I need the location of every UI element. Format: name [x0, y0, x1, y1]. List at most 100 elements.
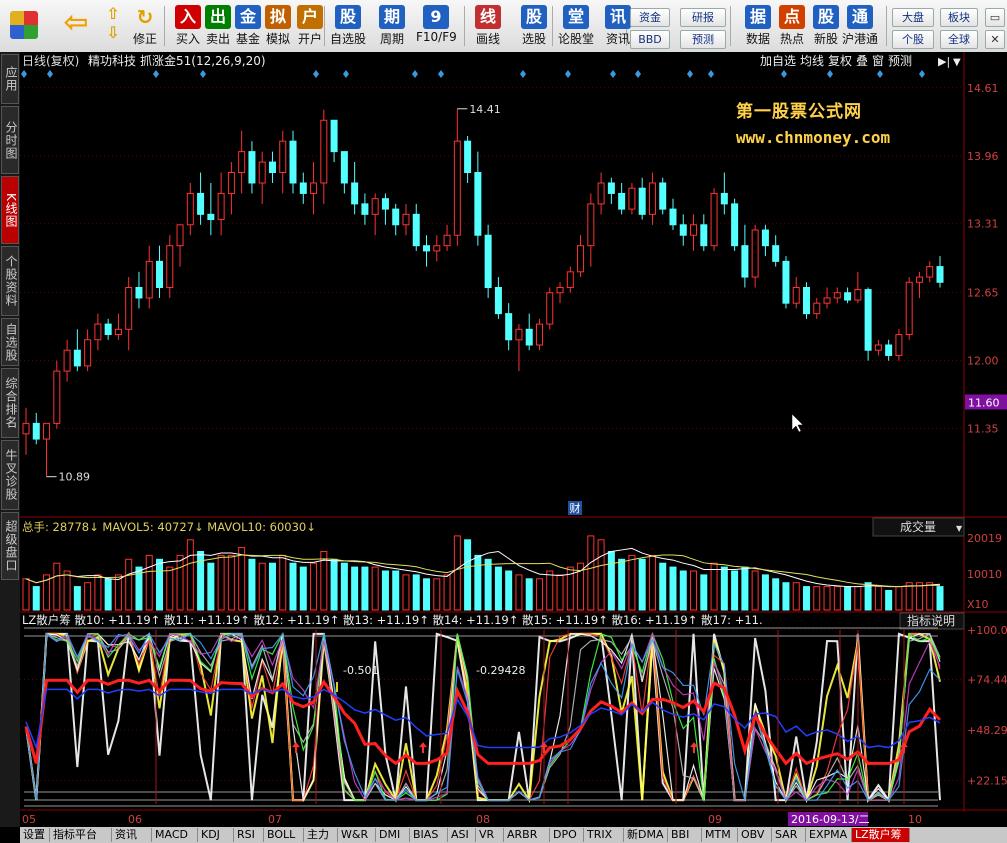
toolbar-screen-button[interactable]: 股选股: [514, 3, 554, 49]
bottom-tab-5[interactable]: RSI: [234, 828, 264, 842]
bottom-tab-4[interactable]: KDJ: [198, 828, 234, 842]
volume-bar: [710, 562, 718, 611]
toolbar-lock-button[interactable]: 户开户: [290, 3, 330, 49]
up-arrow-icon[interactable]: ⇧: [100, 5, 126, 23]
price-tick: 11.35: [967, 423, 999, 436]
candle-body: [63, 349, 71, 372]
volume-bar: [453, 535, 461, 611]
candle-body: [423, 245, 431, 252]
volume-axis-tick: 10010: [967, 568, 1002, 581]
yanbao-button[interactable]: 研报: [680, 8, 726, 27]
bottom-tab-18[interactable]: MTM: [702, 828, 738, 842]
close-icon[interactable]: ✕: [985, 30, 1005, 49]
header-button-1[interactable]: 均线: [800, 54, 824, 68]
toolbar-pen-button[interactable]: 线画线: [468, 3, 508, 49]
bottom-tab-17[interactable]: BBI: [668, 828, 702, 842]
down-arrow-icon[interactable]: ⇩: [100, 24, 126, 42]
toolbar-report-button[interactable]: 9 F10/F9: [416, 3, 457, 49]
side-tab-4[interactable]: 自选股: [1, 318, 19, 366]
header-button-5[interactable]: 预测: [888, 54, 912, 68]
header-button-0[interactable]: 加自选: [760, 54, 796, 68]
gegu-button[interactable]: 个股: [892, 30, 934, 49]
candle-body: [392, 208, 400, 226]
bottom-tab-20[interactable]: SAR: [772, 828, 806, 842]
candle-body: [813, 302, 821, 315]
toolbar-label: 周期: [379, 32, 404, 46]
bottom-tab-2[interactable]: 资讯: [112, 828, 152, 842]
forum-icon: 堂: [563, 5, 589, 29]
bottom-tab-22[interactable]: LZ散户筹: [852, 828, 910, 842]
candle-body: [186, 192, 194, 226]
news-icon: 讯: [605, 5, 631, 29]
volume-bar: [114, 574, 122, 611]
bbd-button[interactable]: BBD: [630, 30, 670, 49]
volume-bar: [73, 586, 81, 611]
lock-icon: 户: [297, 5, 323, 29]
fix-button[interactable]: ↻ 修正: [130, 3, 160, 49]
indicator-tick: +100.0: [967, 624, 1007, 637]
bottom-tab-15[interactable]: TRIX: [584, 828, 624, 842]
yuce-button[interactable]: 预测: [680, 30, 726, 49]
side-tab-1[interactable]: 分时图: [1, 106, 19, 174]
bottom-tab-19[interactable]: OBV: [738, 828, 772, 842]
bottom-tab-1[interactable]: 指标平台: [50, 828, 112, 842]
header-button-4[interactable]: 窗: [872, 54, 884, 68]
bottom-tab-16[interactable]: 新DMA: [624, 828, 668, 842]
bottom-tab-9[interactable]: DMI: [376, 828, 410, 842]
bottom-tab-14[interactable]: DPO: [550, 828, 584, 842]
volume-bar: [556, 574, 564, 611]
bottom-tab-12[interactable]: VR: [476, 828, 504, 842]
volume-bar: [340, 562, 348, 611]
volume-bar: [217, 554, 225, 611]
bottom-tab-3[interactable]: MACD: [152, 828, 198, 842]
volume-bar: [607, 551, 615, 611]
bottom-tab-0[interactable]: 设置: [20, 828, 50, 842]
toolbar-forum-button[interactable]: 堂论股堂: [556, 3, 596, 49]
side-tab-6[interactable]: 牛叉诊股: [1, 440, 19, 510]
quanqiu-button[interactable]: 全球: [940, 30, 978, 49]
candle-body: [207, 213, 215, 221]
volume-bar: [761, 574, 769, 611]
bottom-tab-11[interactable]: ASI: [448, 828, 476, 842]
bottom-tab-21[interactable]: EXPMA: [806, 828, 852, 842]
dapan-button[interactable]: 大盘: [892, 8, 934, 27]
date-axis-label: 06: [128, 813, 142, 826]
side-tab-5[interactable]: 综合排名: [1, 368, 19, 438]
bottom-tab-10[interactable]: BIAS: [410, 828, 448, 842]
kline-chart[interactable]: 日线(复权) 精功科技 抓涨金51(12,26,9,20) 加自选 均线 复权叠窗预测 ▶|…: [20, 52, 1007, 827]
header-button-3[interactable]: 叠: [856, 54, 868, 68]
volume-bar: [515, 574, 523, 611]
toolbar-label: 画线: [475, 32, 500, 46]
candle-body: [731, 203, 739, 247]
logo-icon[interactable]: [6, 3, 42, 49]
bottom-tab-13[interactable]: ARBR: [504, 828, 550, 842]
side-tab-0[interactable]: 应用: [1, 54, 19, 104]
hk-icon: 通: [847, 5, 873, 29]
candle-body: [166, 245, 174, 288]
bottom-tab-7[interactable]: 主力: [304, 828, 338, 842]
header-button-2[interactable]: 复权: [828, 54, 852, 68]
bottom-tab-6[interactable]: BOLL: [264, 828, 304, 842]
candle-body: [299, 182, 307, 194]
back-button[interactable]: ⇦: [58, 3, 94, 49]
side-tab-7[interactable]: 超级盘口: [1, 512, 19, 580]
side-tab-3[interactable]: 个股资料: [1, 246, 19, 316]
volume-bar: [392, 570, 400, 611]
volume-bar: [104, 578, 112, 611]
toolbar-clock-button[interactable]: 期周期: [372, 3, 412, 49]
toolbar-star-button[interactable]: 股自选股: [328, 3, 368, 49]
toolbar-hk-button[interactable]: 通沪港通: [840, 3, 880, 49]
volume-bar: [535, 578, 543, 611]
volume-bar: [597, 539, 605, 611]
side-tab-2[interactable]: K线图: [1, 176, 19, 244]
candle-body: [412, 213, 420, 247]
bottom-tab-8[interactable]: W&R: [338, 828, 376, 842]
volume-bar: [330, 558, 338, 611]
candle-body: [125, 287, 133, 330]
candle-body: [217, 192, 225, 221]
volume-bar: [792, 582, 800, 611]
bankuai-button[interactable]: 板块: [940, 8, 978, 27]
zijin-button[interactable]: 资金: [630, 8, 670, 27]
up-down-buttons[interactable]: ⇧ ⇩: [100, 3, 126, 49]
window-control-icon[interactable]: ▭: [985, 8, 1005, 27]
